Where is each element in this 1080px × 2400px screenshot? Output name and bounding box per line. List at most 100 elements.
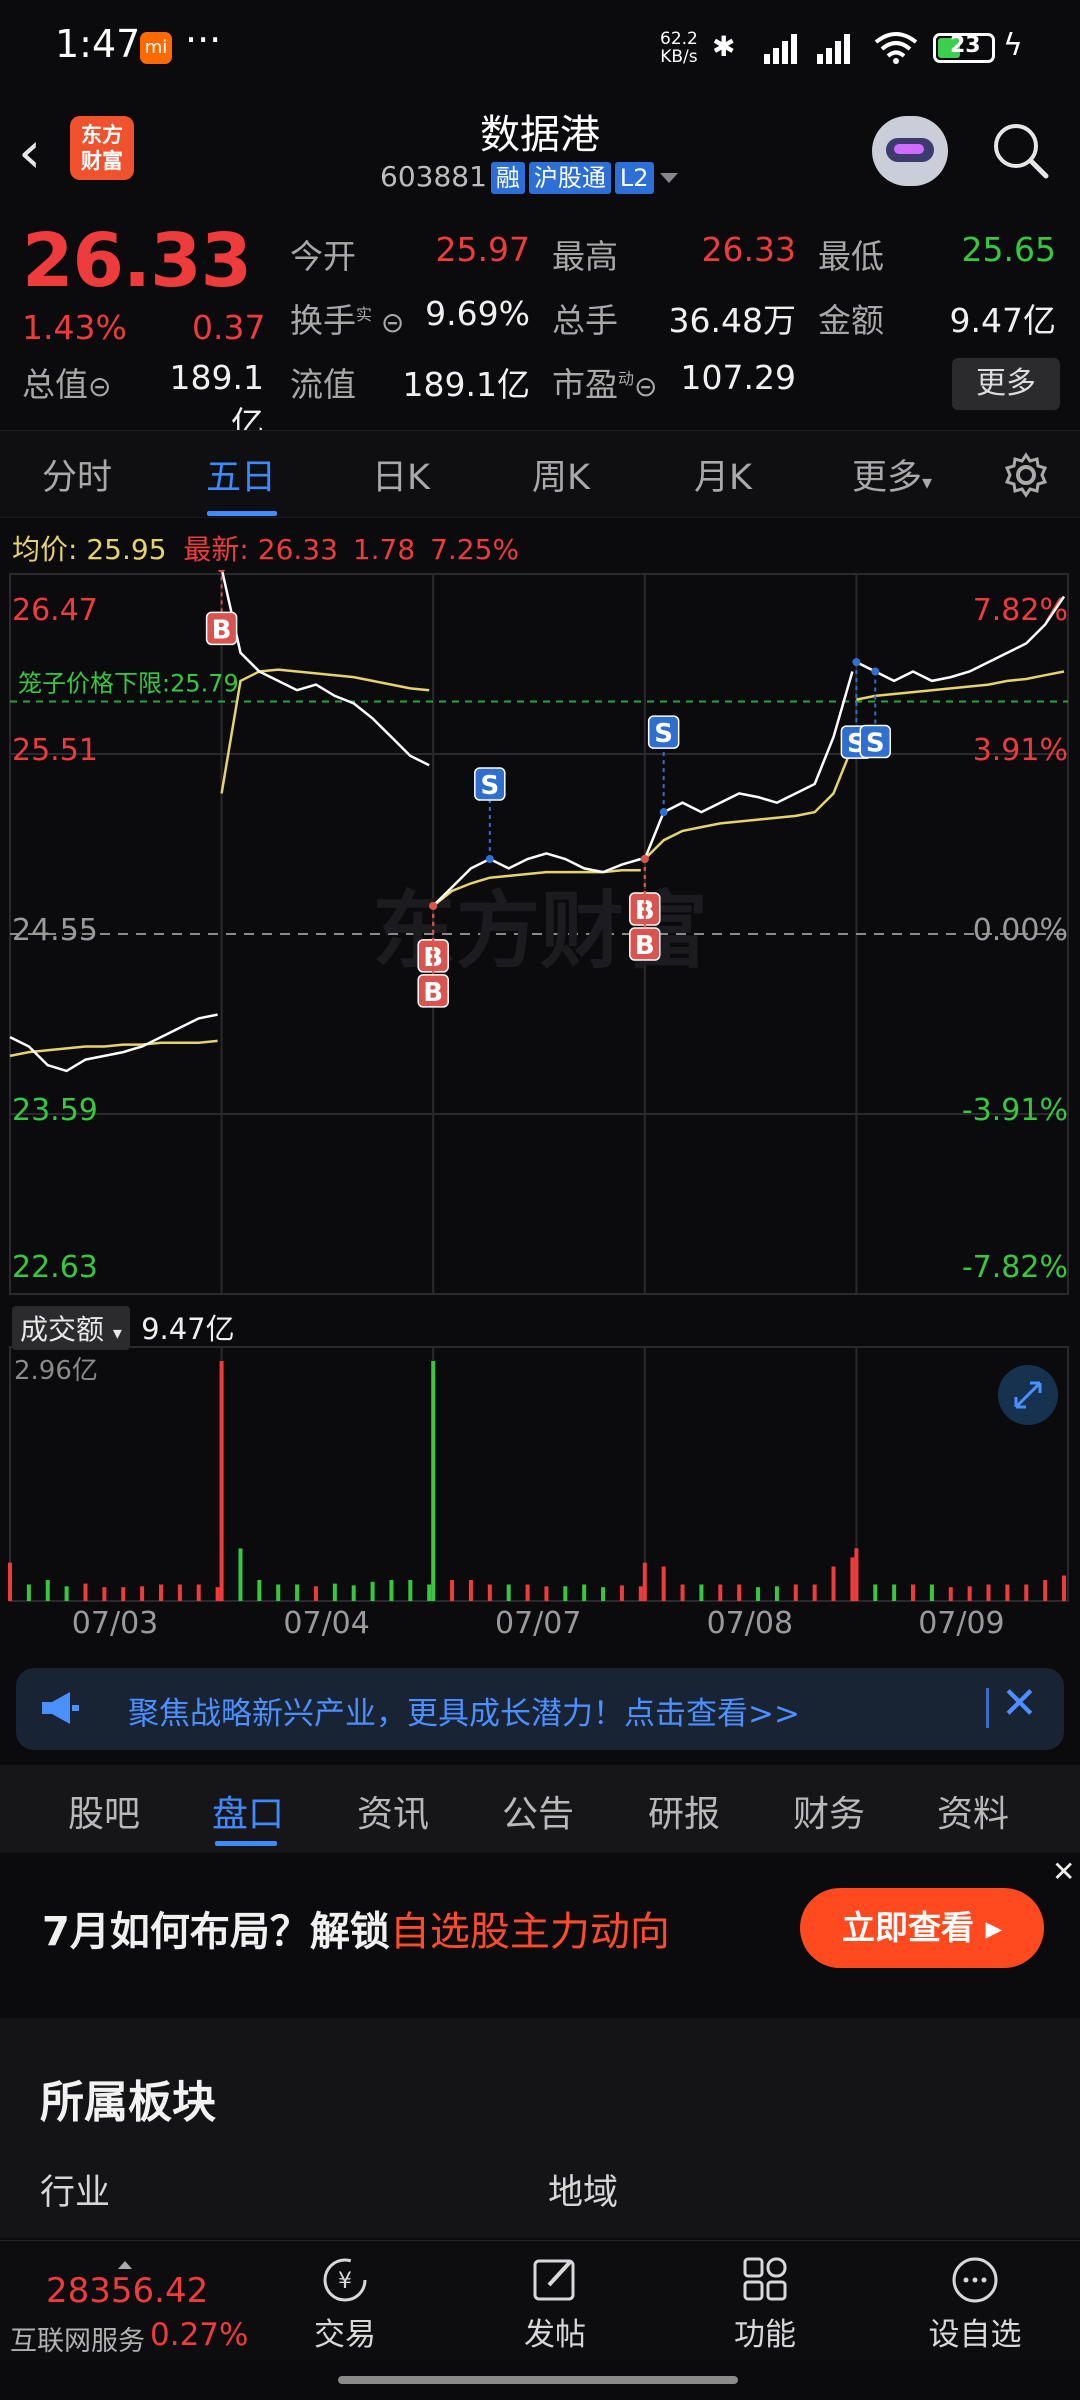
trade-icon: ¥ <box>323 2258 367 2302</box>
float-cap-label: 流值 <box>290 365 356 404</box>
search-icon[interactable] <box>990 120 1050 180</box>
volume-bar <box>506 1584 511 1601</box>
sell-marker-label: S <box>866 729 885 759</box>
volume-bar <box>525 1584 530 1601</box>
view-now-button[interactable]: 立即查看 ▸ <box>800 1888 1044 1968</box>
quote-panel: 26.33 1.43% 0.37 今开 25.97 最高 26.33 最低 25… <box>0 208 1080 443</box>
volume-bar <box>774 1586 779 1601</box>
x-tick-date: 07/04 <box>283 1606 370 1641</box>
volume-max-label: 2.96亿 <box>14 1356 98 1386</box>
status-bar: 1:47 mi ··· 62.2 KB/s ✱ 23 ϟ <box>0 0 1080 100</box>
nav-add-watchlist[interactable]: 设自选 <box>920 2255 1030 2354</box>
ad-banner[interactable]: ✕ 7月如何布局？解锁自选股主力动向 立即查看 ▸ <box>0 1855 1080 2015</box>
volume-bar <box>793 1584 798 1601</box>
change-value: 0.37 <box>192 308 266 347</box>
info-icon[interactable]: ⊝ <box>634 370 657 403</box>
volume-bar <box>26 1584 31 1601</box>
close-icon[interactable]: ✕ <box>1001 1678 1038 1729</box>
nav-functions[interactable]: 功能 <box>710 2255 820 2354</box>
tag-l2: L2 <box>614 162 654 194</box>
tab-intraday[interactable]: 分时 <box>42 449 112 500</box>
y-tick-right: -3.91% <box>962 1093 1068 1128</box>
tab-daily-k[interactable]: 日K <box>372 449 430 500</box>
volume-bar <box>45 1580 50 1601</box>
tab-forum[interactable]: 股吧 <box>68 1785 140 1837</box>
volume-bar <box>661 1566 666 1601</box>
nav-post[interactable]: 发帖 <box>500 2255 610 2354</box>
volume-bar <box>563 1586 568 1601</box>
pe-label: 市盈动⊝ <box>552 358 657 406</box>
open-label: 今开 <box>290 237 356 276</box>
settings-gear-icon[interactable] <box>1002 451 1050 499</box>
assistant-robot-icon[interactable] <box>872 116 948 186</box>
chevron-down-icon <box>659 173 678 183</box>
index-percent[interactable]: 0.27% <box>150 2317 248 2353</box>
volume-bar <box>812 1584 817 1601</box>
volume-type-selector[interactable]: 成交额 ▾ <box>12 1306 130 1350</box>
volume-bar <box>102 1587 107 1601</box>
tab-news[interactable]: 资讯 <box>357 1785 429 1837</box>
home-indicator <box>338 2376 738 2384</box>
ad-close-icon[interactable]: ✕ <box>1052 1855 1075 1888</box>
y-tick-left: 23.59 <box>12 1093 98 1128</box>
volume-bar <box>196 1584 201 1601</box>
buy-marker-label: B <box>212 615 232 645</box>
promo-banner[interactable]: 聚焦战略新兴产业，更具成长潜力！点击查看>> ✕ <box>16 1668 1064 1750</box>
x-tick-date: 07/09 <box>918 1606 1005 1641</box>
active-tab-indicator <box>207 511 277 516</box>
tag-connect: 沪股通 <box>528 162 611 194</box>
info-icon[interactable]: ⊝ <box>372 306 404 339</box>
tab-market[interactable]: 盘口 <box>212 1785 284 1837</box>
avg-value: 25.95 <box>86 533 167 566</box>
volume-bar <box>408 1580 413 1601</box>
tab-more[interactable]: 更多▾ <box>852 449 932 500</box>
tab-finance[interactable]: 财务 <box>793 1785 865 1837</box>
volume-bar <box>929 1584 934 1601</box>
five-day-price-chart[interactable]: 笼子价格下限:25.79东方财富26.4725.5124.5523.5922.6… <box>0 570 1080 1300</box>
volume-bar <box>619 1585 624 1601</box>
volume-bar <box>8 1562 12 1601</box>
volume-bar <box>756 1587 761 1601</box>
nav-add-watchlist-label: 设自选 <box>928 2317 1022 2353</box>
nav-functions-label: 功能 <box>734 2317 796 2353</box>
volume-type-label: 成交额 <box>20 1313 105 1346</box>
more-button[interactable]: 更多 <box>952 358 1060 410</box>
tab-five-day[interactable]: 五日 <box>206 449 276 500</box>
y-tick-left: 24.55 <box>12 913 98 948</box>
volume-bar <box>601 1587 606 1601</box>
tab-announcements[interactable]: 公告 <box>502 1785 574 1837</box>
sell-marker-dot <box>852 658 861 667</box>
market-cap-label: 总值⊝ <box>22 358 111 406</box>
ad-text-highlight: 自选股主力动向 <box>389 1909 670 1955</box>
volume-bar <box>967 1586 972 1601</box>
low-label: 最低 <box>818 237 884 276</box>
tab-more-label: 更多 <box>852 458 923 498</box>
index-name[interactable]: 互联网服务 <box>10 2319 145 2358</box>
more-circle-icon <box>952 2257 998 2303</box>
volume-header: 成交额 ▾ 9.47亿 <box>12 1306 235 1350</box>
content-tabs: 股吧 盘口 资讯 公告 研报 财务 资料 <box>0 1765 1080 1853</box>
index-value[interactable]: 28356.42 <box>46 2271 208 2311</box>
industry-label: 行业 <box>40 2173 111 2213</box>
stock-header: ‹ 东方 财富 数据港 603881 融沪股通 L2 <box>0 100 1080 208</box>
megaphone-icon <box>42 1692 79 1724</box>
y-tick-left: 25.51 <box>12 733 98 768</box>
xiaomi-notification-icon: mi <box>140 32 172 64</box>
volume-bar <box>140 1586 145 1601</box>
x-tick-date: 07/07 <box>495 1606 582 1641</box>
sell-marker-label: S <box>654 719 673 749</box>
nav-trade[interactable]: ¥ 交易 <box>290 2255 400 2354</box>
info-icon[interactable]: ⊝ <box>88 370 111 403</box>
charging-icon: ϟ <box>1003 28 1023 63</box>
nav-trade-label: 交易 <box>314 2317 376 2353</box>
volume-bar <box>177 1584 182 1601</box>
tab-profile[interactable]: 资料 <box>937 1785 1009 1837</box>
volume-bar <box>831 1566 836 1601</box>
tab-weekly-k[interactable]: 周K <box>532 449 590 500</box>
stock-code-row[interactable]: 603881 融沪股通 L2 <box>380 160 678 194</box>
tab-research[interactable]: 研报 <box>648 1785 720 1837</box>
volume-bar <box>238 1548 243 1601</box>
price-line <box>643 671 854 860</box>
status-time: 1:47 <box>55 22 141 66</box>
tab-monthly-k[interactable]: 月K <box>694 449 752 500</box>
